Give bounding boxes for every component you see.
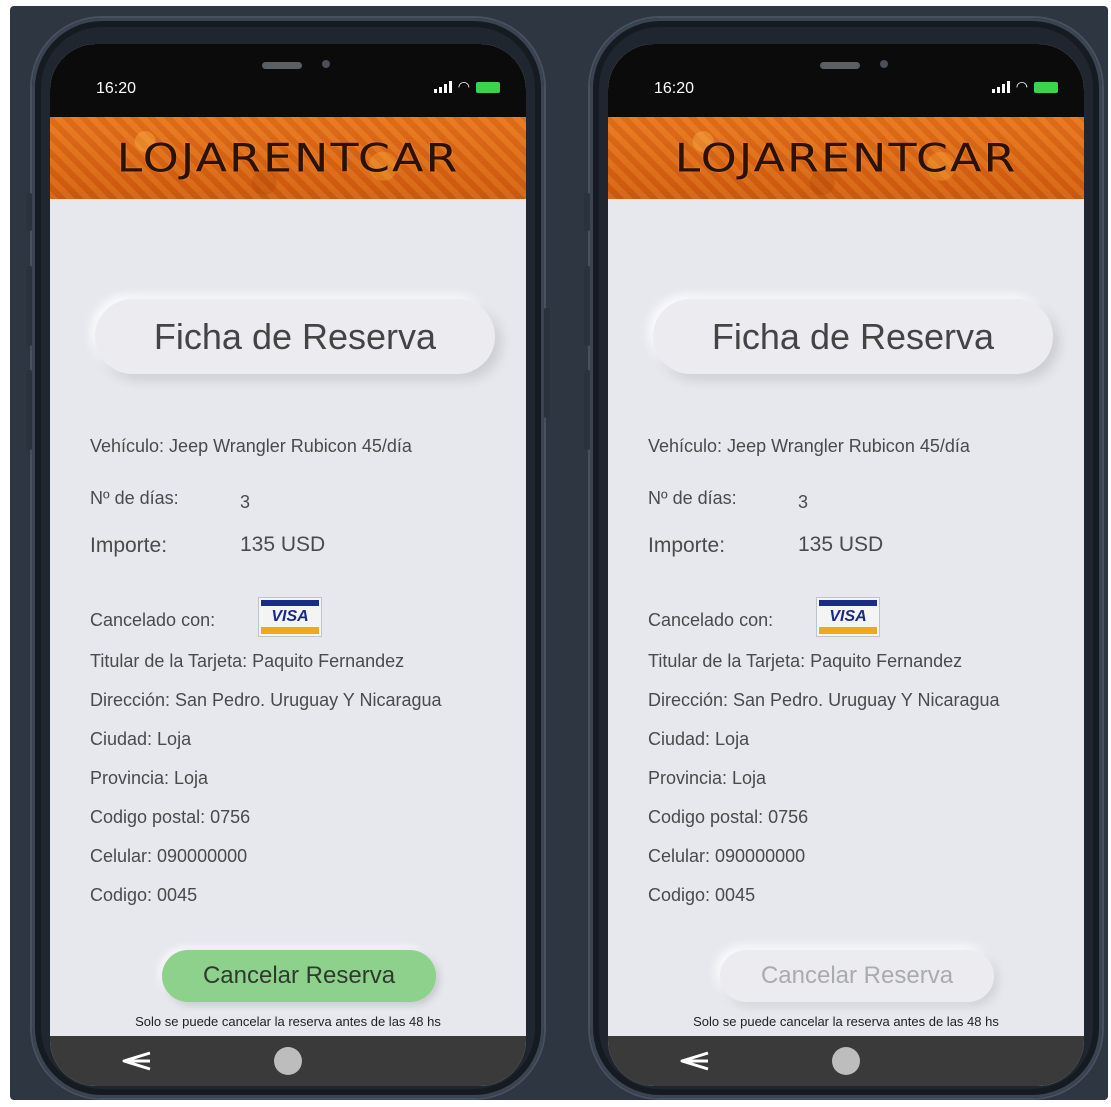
days-label: Nº de días: bbox=[648, 488, 737, 508]
days-value: 3 bbox=[240, 492, 251, 512]
days-label: Nº de días: bbox=[90, 488, 179, 508]
reservation-code: Codigo: 0045 bbox=[648, 885, 756, 905]
screen: 16:20 ◠ LOJARENTCAR Ficha de Reserva Veh… bbox=[608, 44, 1084, 1086]
paid-with-label: Cancelado con: bbox=[90, 610, 216, 630]
status-time: 16:20 bbox=[654, 80, 695, 97]
camera bbox=[880, 60, 888, 68]
signal-icon bbox=[991, 81, 1010, 93]
days-value: 3 bbox=[798, 492, 809, 512]
side-button bbox=[26, 370, 32, 450]
brand-logo: LOJARENTCAR bbox=[674, 135, 1018, 181]
wifi-icon: ◠ bbox=[457, 79, 470, 95]
speaker bbox=[820, 62, 860, 69]
side-button bbox=[584, 193, 590, 231]
card-holder: Titular de la Tarjeta: Paquito Fernandez bbox=[90, 651, 405, 671]
brand-logo: LOJARENTCAR bbox=[116, 135, 460, 181]
nav-bar bbox=[50, 1036, 526, 1086]
back-icon[interactable] bbox=[678, 1048, 712, 1074]
status-icons: ◠ bbox=[991, 79, 1058, 95]
vehicle-label: Vehículo: Jeep Wrangler Rubicon 45/día bbox=[648, 436, 970, 456]
status-bar: 16:20 ◠ bbox=[608, 44, 1084, 117]
cancel-reservation-button-disabled: Cancelar Reserva bbox=[720, 950, 994, 1002]
camera bbox=[322, 60, 330, 68]
phone-left: 16:20 ◠ LOJARENTCAR Ficha de Reserva Veh… bbox=[26, 18, 550, 1098]
side-button bbox=[26, 193, 32, 231]
brand-header: LOJARENTCAR bbox=[608, 117, 1084, 199]
cancel-reservation-button[interactable]: Cancelar Reserva bbox=[162, 950, 436, 1002]
home-icon[interactable] bbox=[274, 1047, 302, 1075]
card-brand: VISA bbox=[829, 608, 867, 625]
status-bar: 16:20 ◠ bbox=[50, 44, 526, 117]
page-title: Ficha de Reserva bbox=[653, 299, 1053, 374]
card-brand: VISA bbox=[271, 608, 309, 625]
amount-value: 135 USD bbox=[798, 533, 884, 556]
battery-icon bbox=[476, 81, 500, 93]
postal-code: Codigo postal: 0756 bbox=[90, 807, 251, 827]
address: Dirección: San Pedro. Uruguay Y Nicaragu… bbox=[90, 690, 442, 710]
back-icon[interactable] bbox=[120, 1048, 154, 1074]
amount-value: 135 USD bbox=[240, 533, 326, 556]
card-holder: Titular de la Tarjeta: Paquito Fernandez bbox=[648, 651, 963, 671]
visa-card-icon: VISA bbox=[258, 597, 322, 637]
phone-number: Celular: 090000000 bbox=[90, 846, 248, 866]
page-title: Ficha de Reserva bbox=[95, 299, 495, 374]
status-icons: ◠ bbox=[433, 79, 500, 95]
battery-icon bbox=[1034, 81, 1058, 93]
phone-right: 16:20 ◠ LOJARENTCAR Ficha de Reserva Veh… bbox=[584, 18, 1102, 1098]
paid-with-label: Cancelado con: bbox=[648, 610, 774, 630]
notch bbox=[190, 44, 390, 104]
amount-label: Importe: bbox=[648, 534, 726, 557]
side-button bbox=[584, 266, 590, 346]
postal-code: Codigo postal: 0756 bbox=[648, 807, 809, 827]
province: Provincia: Loja bbox=[648, 768, 767, 788]
side-button bbox=[26, 266, 32, 346]
side-button bbox=[584, 370, 590, 450]
cancel-note: Solo se puede cancelar la reserva antes … bbox=[135, 1014, 441, 1029]
reservation-code: Codigo: 0045 bbox=[90, 885, 198, 905]
amount-label: Importe: bbox=[90, 534, 168, 557]
status-time: 16:20 bbox=[96, 80, 137, 97]
vehicle-label: Vehículo: Jeep Wrangler Rubicon 45/día bbox=[90, 436, 412, 456]
speaker bbox=[262, 62, 302, 69]
notch bbox=[748, 44, 948, 104]
city: Ciudad: Loja bbox=[648, 729, 750, 749]
wifi-icon: ◠ bbox=[1015, 79, 1028, 95]
signal-icon bbox=[433, 81, 452, 93]
side-button bbox=[544, 308, 550, 418]
brand-header: LOJARENTCAR bbox=[50, 117, 526, 199]
province: Provincia: Loja bbox=[90, 768, 209, 788]
visa-card-icon: VISA bbox=[816, 597, 880, 637]
nav-bar bbox=[608, 1036, 1084, 1086]
cancel-note: Solo se puede cancelar la reserva antes … bbox=[693, 1014, 999, 1029]
address: Dirección: San Pedro. Uruguay Y Nicaragu… bbox=[648, 690, 1000, 710]
phone-number: Celular: 090000000 bbox=[648, 846, 806, 866]
city: Ciudad: Loja bbox=[90, 729, 192, 749]
home-icon[interactable] bbox=[832, 1047, 860, 1075]
screen: 16:20 ◠ LOJARENTCAR Ficha de Reserva Veh… bbox=[50, 44, 526, 1086]
